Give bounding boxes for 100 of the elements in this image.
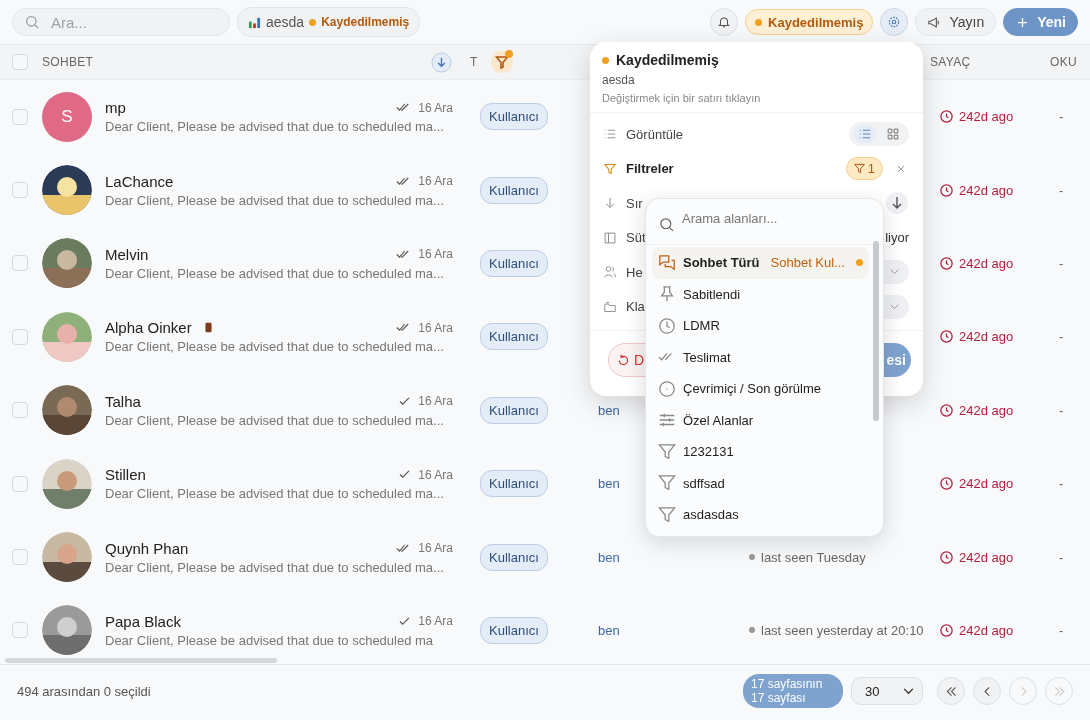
row-checkbox[interactable] xyxy=(12,622,28,639)
reset-icon xyxy=(617,353,630,367)
chevron-down-icon xyxy=(903,687,914,695)
row-checkbox[interactable] xyxy=(12,402,28,419)
message-date: 16 Ara xyxy=(418,467,453,482)
row-checkbox[interactable] xyxy=(12,255,28,272)
agent-link[interactable]: ben xyxy=(598,549,620,565)
read-value: - xyxy=(1059,476,1064,492)
row-checkbox[interactable] xyxy=(12,328,28,345)
sort-direction-button[interactable] xyxy=(885,191,909,216)
clock-icon xyxy=(939,476,954,492)
column-header[interactable]: T xyxy=(470,55,478,69)
status-dot xyxy=(749,554,755,561)
status-dot xyxy=(749,627,755,634)
status-dot xyxy=(309,18,317,26)
view-chip[interactable]: aesda Kaydedilmemiş xyxy=(237,7,421,37)
status-dot xyxy=(755,18,763,26)
field-menu-item[interactable]: Sabitlendi xyxy=(652,278,869,310)
columns-icon xyxy=(604,231,616,244)
column-header[interactable]: OKU xyxy=(1050,55,1077,69)
field-menu-item[interactable]: sdffsad xyxy=(652,467,869,499)
avatar: S xyxy=(42,91,92,142)
clock-icon xyxy=(939,402,954,418)
chevron-down-icon xyxy=(890,303,899,310)
field-menu-item[interactable]: LDMR xyxy=(652,310,869,342)
type-tag: Kullanıcı xyxy=(480,176,548,204)
arrow-down-icon xyxy=(604,197,616,210)
column-header[interactable]: SOHBET xyxy=(42,55,94,69)
row-checkbox[interactable] xyxy=(12,108,28,125)
read-value: - xyxy=(1059,255,1064,271)
page-size-select[interactable]: 30 xyxy=(851,677,923,705)
agent-link[interactable]: ben xyxy=(598,476,620,492)
folder-icon xyxy=(604,300,616,313)
message-preview: Dear Client, Please be advised that due to scheduled ma... xyxy=(105,486,445,502)
message-preview: Dear Client, Please be advised that due to scheduled ma... xyxy=(105,119,445,135)
contact-name: Alpha Oinker xyxy=(105,319,192,337)
setting-label: Kla xyxy=(626,299,645,315)
first-page-button[interactable] xyxy=(937,677,965,705)
page-info: 17 sayfasının 17 sayfası xyxy=(743,674,843,708)
read-value: - xyxy=(1059,182,1064,198)
setting-label: Filtreler xyxy=(626,161,674,177)
field-search[interactable]: Arama alanları... xyxy=(682,206,872,230)
setting-label: Sır xyxy=(626,195,643,211)
field-menu-item[interactable]: Sohbet Türü Sohbet Kul... xyxy=(652,247,869,279)
row-checkbox[interactable] xyxy=(12,182,28,199)
message-preview: Dear Client, Please be advised that due to scheduled ma... xyxy=(105,412,445,428)
field-menu-item[interactable]: Özel Alanlar xyxy=(652,404,869,436)
filter-icon[interactable] xyxy=(489,50,514,74)
read-value: - xyxy=(1059,402,1064,418)
row-checkbox[interactable] xyxy=(12,475,28,492)
agent-link[interactable]: ben xyxy=(598,622,620,638)
counter-value: 242d ago xyxy=(959,255,1014,271)
column-header[interactable]: SAYAÇ xyxy=(930,55,971,69)
broadcast-button[interactable]: Yayın xyxy=(915,8,997,36)
notifications-button[interactable] xyxy=(710,8,739,36)
read-value: - xyxy=(1059,622,1064,638)
message-date: 16 Ara xyxy=(418,320,453,335)
prev-page-button[interactable] xyxy=(973,677,1001,705)
read-value: - xyxy=(1059,109,1064,125)
counter-value: 242d ago xyxy=(959,622,1014,638)
clock-icon xyxy=(939,622,954,638)
contact-name: Quynh Phan xyxy=(105,539,189,557)
clock-icon xyxy=(939,549,954,565)
field-menu-item[interactable]: 1232131 xyxy=(652,436,869,468)
filter-icon xyxy=(658,505,676,524)
last-seen: last seen yesterday at 20:10 xyxy=(761,622,924,638)
list-view-button[interactable] xyxy=(853,125,877,144)
type-tag: Kullanıcı xyxy=(480,249,548,277)
status-dot xyxy=(602,56,609,64)
message-date: 16 Ara xyxy=(418,614,453,629)
scrollbar[interactable] xyxy=(873,241,879,421)
contact-name: Papa Black xyxy=(105,612,181,630)
bar-chart-icon xyxy=(248,15,261,29)
filter-count[interactable]: 1 xyxy=(845,157,883,181)
setting-label: Görüntüle xyxy=(626,126,684,142)
type-tag: Kullanıcı xyxy=(480,396,548,424)
list-icon xyxy=(859,128,871,141)
message-date: 16 Ara xyxy=(418,394,453,409)
read-value: - xyxy=(1059,549,1064,565)
setting-label: He xyxy=(626,264,643,280)
row-checkbox[interactable] xyxy=(12,549,28,566)
field-menu-item[interactable]: asdasdas xyxy=(652,499,869,531)
scrollbar[interactable] xyxy=(5,658,277,663)
type-tag: Kullanıcı xyxy=(480,323,548,351)
list-icon xyxy=(604,128,616,141)
select-all-checkbox[interactable] xyxy=(12,54,28,70)
search-icon xyxy=(658,216,675,233)
agent-link[interactable]: ben xyxy=(598,402,620,418)
settings-button[interactable] xyxy=(880,8,909,36)
counter-value: 242d ago xyxy=(959,329,1014,345)
search-field[interactable]: Ara... xyxy=(12,8,230,36)
sort-icon[interactable] xyxy=(431,51,452,73)
status-badge[interactable]: Kaydedilmemiş xyxy=(745,9,874,35)
contact-name: mp xyxy=(105,99,126,117)
clock-icon xyxy=(939,182,954,198)
message-preview: Dear Client, Please be advised that due to scheduled ma xyxy=(105,632,435,648)
close-icon[interactable] xyxy=(897,164,905,173)
type-tag: Kullanıcı xyxy=(480,470,548,498)
popover-title: Kaydedilmemiş xyxy=(616,52,719,68)
popover-hint: Değiştirmek için bir satırı tıklayın xyxy=(602,92,762,104)
